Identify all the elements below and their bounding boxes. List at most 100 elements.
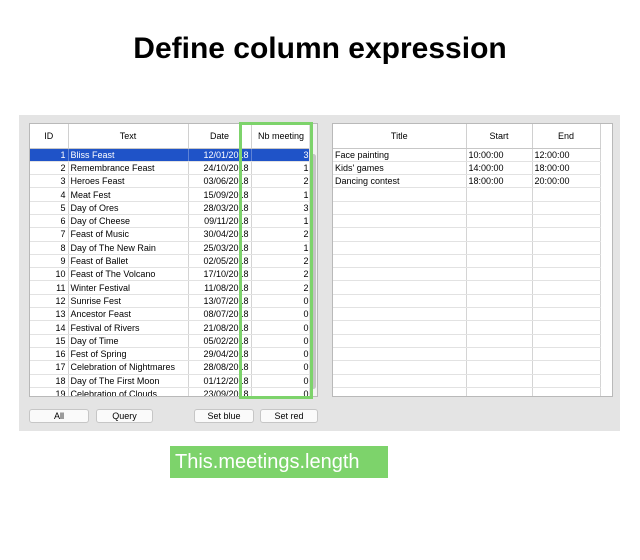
cell-text: Remembrance Feast [68, 161, 189, 176]
page-title: Define column expression [133, 32, 507, 65]
event-row[interactable]: 3 Heroes Feast 03/06/2018 2 [30, 174, 312, 189]
cell-id: 14 [30, 320, 69, 335]
cell-start [466, 267, 533, 282]
meeting-row[interactable] [333, 254, 601, 269]
cell-id: 19 [30, 387, 69, 396]
cell-start [466, 241, 533, 255]
meeting-row[interactable] [333, 347, 601, 362]
meeting-row[interactable] [333, 201, 601, 215]
cell-nb-meeting: 0 [251, 307, 312, 322]
column-header-date[interactable]: Date [188, 124, 252, 149]
event-row[interactable]: 15 Day of Time 05/02/2018 0 [30, 334, 312, 348]
cell-title [333, 387, 467, 396]
cell-date: 11/08/2018 [188, 280, 252, 295]
cell-title: Dancing contest [333, 174, 467, 189]
cell-date: 29/04/2018 [188, 347, 252, 362]
meetings-listbox[interactable]: Title Start End Face painting 10:00:00 12:… [332, 123, 613, 397]
cell-id: 10 [30, 267, 69, 282]
cell-nb-meeting: 3 [251, 148, 312, 162]
cell-id: 4 [30, 187, 69, 202]
meetings-header-row: Title Start End [333, 124, 601, 149]
meeting-row[interactable] [333, 294, 601, 309]
event-row[interactable]: 5 Day of Ores 28/03/2018 3 [30, 201, 312, 215]
cell-nb-meeting: 0 [251, 334, 312, 348]
cell-id: 2 [30, 161, 69, 176]
cell-nb-meeting: 1 [251, 214, 312, 229]
event-row[interactable]: 1 Bliss Feast 12/01/2018 3 [30, 148, 312, 162]
event-row[interactable]: 13 Ancestor Feast 08/07/2018 0 [30, 307, 312, 322]
meeting-row[interactable] [333, 241, 601, 255]
cell-date: 02/05/2018 [188, 254, 252, 269]
cell-id: 12 [30, 294, 69, 309]
column-header-end[interactable]: End [532, 124, 601, 149]
meeting-row[interactable] [333, 387, 601, 396]
event-row[interactable]: 4 Meat Fest 15/09/2018 1 [30, 187, 312, 202]
cell-end [532, 241, 601, 255]
cell-nb-meeting: 1 [251, 161, 312, 176]
cell-text: Day of Time [68, 334, 189, 348]
meeting-row[interactable]: Face painting 10:00:00 12:00:00 [333, 148, 601, 162]
cell-nb-meeting: 1 [251, 187, 312, 202]
event-row[interactable]: 14 Festival of Rivers 21/08/2018 0 [30, 320, 312, 335]
cell-date: 13/07/2018 [188, 294, 252, 309]
cell-title [333, 374, 467, 388]
meeting-row[interactable]: Kids' games 14:00:00 18:00:00 [333, 161, 601, 176]
event-row[interactable]: 9 Feast of Ballet 02/05/2018 2 [30, 254, 312, 269]
events-scrollbar-thumb[interactable] [311, 154, 316, 389]
event-row[interactable]: 8 Day of The New Rain 25/03/2018 1 [30, 241, 312, 255]
meeting-row[interactable] [333, 214, 601, 229]
cell-title [333, 307, 467, 322]
cell-id: 7 [30, 227, 69, 242]
event-row[interactable]: 12 Sunrise Fest 13/07/2018 0 [30, 294, 312, 309]
meeting-row[interactable] [333, 320, 601, 335]
meeting-row[interactable]: Dancing contest 18:00:00 20:00:00 [333, 174, 601, 189]
meeting-row[interactable] [333, 307, 601, 322]
meetings-table-body: Face painting 10:00:00 12:00:00 Kids' games… [333, 148, 601, 396]
cell-text: Fest of Spring [68, 347, 189, 362]
column-header-id[interactable]: ID [30, 124, 69, 149]
cell-text: Day of The New Rain [68, 241, 189, 255]
column-header-title[interactable]: Title [333, 124, 467, 149]
event-row[interactable]: 11 Winter Festival 11/08/2018 2 [30, 280, 312, 295]
meeting-row[interactable] [333, 187, 601, 202]
meeting-row[interactable] [333, 280, 601, 295]
cell-start: 14:00:00 [466, 161, 533, 176]
meeting-row[interactable] [333, 360, 601, 375]
cell-title [333, 227, 467, 242]
cell-id: 13 [30, 307, 69, 322]
cell-text: Bliss Feast [68, 148, 189, 162]
set-red-button[interactable]: Set red [260, 409, 318, 423]
event-row[interactable]: 16 Fest of Spring 29/04/2018 0 [30, 347, 312, 362]
query-button[interactable]: Query [96, 409, 153, 423]
event-row[interactable]: 19 Celebration of Clouds 23/09/2018 0 [30, 387, 312, 396]
event-row[interactable]: 10 Feast of The Volcano 17/10/2018 2 [30, 267, 312, 282]
meeting-row[interactable] [333, 227, 601, 242]
event-row[interactable]: 7 Feast of Music 30/04/2018 2 [30, 227, 312, 242]
cell-end: 20:00:00 [532, 174, 601, 189]
events-scrollbar[interactable] [309, 124, 317, 396]
cell-id: 9 [30, 254, 69, 269]
set-blue-button[interactable]: Set blue [194, 409, 254, 423]
cell-start [466, 360, 533, 375]
meeting-row[interactable] [333, 334, 601, 348]
meeting-row[interactable] [333, 267, 601, 282]
event-row[interactable]: 6 Day of Cheese 09/11/2018 1 [30, 214, 312, 229]
cell-id: 16 [30, 347, 69, 362]
event-row[interactable]: 18 Day of The First Moon 01/12/2018 0 [30, 374, 312, 388]
cell-date: 28/03/2018 [188, 201, 252, 215]
cell-id: 1 [30, 148, 69, 162]
column-header-nb-meeting[interactable]: Nb meeting [251, 124, 312, 149]
event-row[interactable]: 2 Remembrance Feast 24/10/2018 1 [30, 161, 312, 176]
event-row[interactable]: 17 Celebration of Nightmares 28/08/2018 0 [30, 360, 312, 375]
cell-end [532, 280, 601, 295]
all-button[interactable]: All [29, 409, 89, 423]
column-header-text[interactable]: Text [68, 124, 189, 149]
cell-date: 17/10/2018 [188, 267, 252, 282]
column-header-start[interactable]: Start [466, 124, 533, 149]
cell-end [532, 201, 601, 215]
events-listbox[interactable]: ID Text Date Nb meeting 1 Bliss Feast 12/0… [29, 123, 318, 397]
cell-id: 11 [30, 280, 69, 295]
meeting-row[interactable] [333, 374, 601, 388]
cell-nb-meeting: 0 [251, 294, 312, 309]
cell-end [532, 227, 601, 242]
